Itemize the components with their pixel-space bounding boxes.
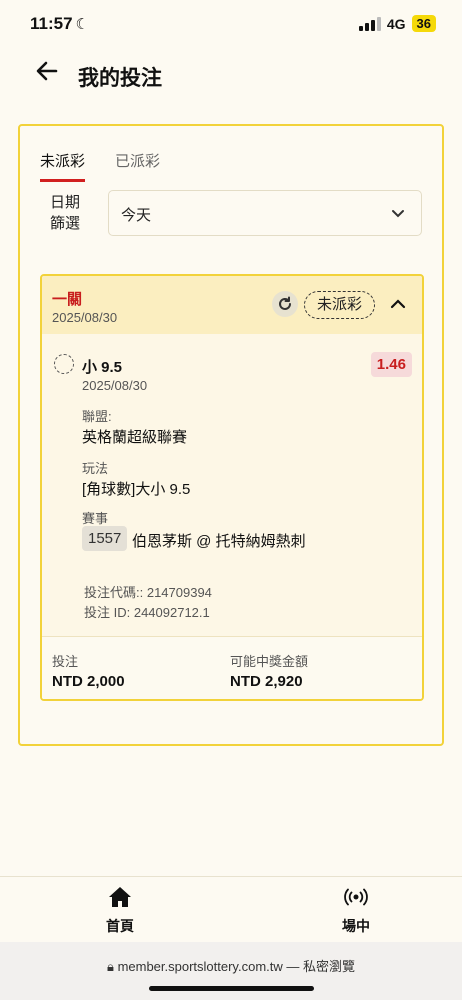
clock-time: 11:57 xyxy=(30,14,73,33)
signal-icon xyxy=(358,16,381,31)
home-indicator[interactable] xyxy=(149,986,314,991)
status-bar: 11:57 ☾ 4G 36 xyxy=(0,0,462,48)
chevron-down-icon xyxy=(389,204,407,227)
stake-value: NTD 2,000 xyxy=(52,673,125,690)
league-value: 英格蘭超級聯賽 xyxy=(82,429,188,446)
lock-icon: 🔒︎ xyxy=(107,959,114,974)
tab-bar: 未派彩 已派彩 xyxy=(40,150,160,182)
nav-item-home[interactable]: 首頁 xyxy=(80,885,160,936)
league-label: 聯盟: xyxy=(82,409,112,424)
tab-settled[interactable]: 已派彩 xyxy=(115,150,160,182)
home-icon xyxy=(80,885,160,914)
event-id-badge: 1557 xyxy=(82,526,128,551)
event-name: 伯恩茅斯 @ 托特納姆熱刺 xyxy=(132,533,306,550)
bet-code: 投注代碼:: 214709394 xyxy=(84,585,212,600)
moon-icon: ☾ xyxy=(75,16,89,33)
network-type: 4G xyxy=(386,15,406,32)
date-filter-value: 今天 xyxy=(121,207,152,224)
status-badge: 未派彩 xyxy=(304,291,376,319)
bottom-nav: 首頁 場中 xyxy=(0,876,462,942)
bet-type: 一關 xyxy=(52,291,83,308)
page-header: 我的投注 xyxy=(0,56,462,96)
market-label: 玩法 xyxy=(82,461,109,476)
bet-id: 投注 ID: 244092712.1 xyxy=(84,605,210,620)
nav-item-live[interactable]: 場中 xyxy=(316,885,396,936)
browser-url-bar[interactable]: 🔒︎ member.sportslottery.com.tw — 私密瀏覽 xyxy=(0,942,462,1000)
live-broadcast-icon xyxy=(316,885,396,914)
refresh-icon[interactable] xyxy=(272,291,298,317)
payout-value: NTD 2,920 xyxy=(230,673,303,690)
battery-icon: 36 xyxy=(411,15,436,32)
event-label: 賽事 xyxy=(82,511,109,526)
chevron-up-icon[interactable] xyxy=(388,294,408,319)
market-value: [角球數]大小 9.5 xyxy=(82,481,191,498)
date-filter-select[interactable]: 今天 xyxy=(108,190,422,236)
selection-name: 小 9.5 xyxy=(82,359,123,376)
selection-status-icon xyxy=(54,354,74,374)
bet-date: 2025/08/30 xyxy=(52,310,118,325)
back-arrow-icon[interactable] xyxy=(34,58,60,91)
bet-card-footer: 投注 NTD 2,000 可能中獎金額 NTD 2,920 xyxy=(42,636,422,699)
page-title: 我的投注 xyxy=(78,67,162,90)
date-filter-label: 日期 篩選 xyxy=(50,194,81,232)
url-text: member.sportslottery.com.tw — 私密瀏覽 xyxy=(117,959,355,974)
stake-label: 投注 xyxy=(52,654,79,669)
odds-badge: 1.46 xyxy=(370,352,412,377)
tab-unsettled[interactable]: 未派彩 xyxy=(40,150,86,182)
bet-card: 一關 2025/08/30 未派彩 小 9.5 1.46 2025/08/30 … xyxy=(40,274,424,701)
bet-card-header[interactable]: 一關 2025/08/30 未派彩 xyxy=(42,276,422,334)
payout-label: 可能中獎金額 xyxy=(230,654,309,669)
selection-date: 2025/08/30 xyxy=(82,378,148,393)
bets-panel: 未派彩 已派彩 日期 篩選 今天 一關 2025/08/30 未派彩 小 9.5… xyxy=(18,124,444,746)
